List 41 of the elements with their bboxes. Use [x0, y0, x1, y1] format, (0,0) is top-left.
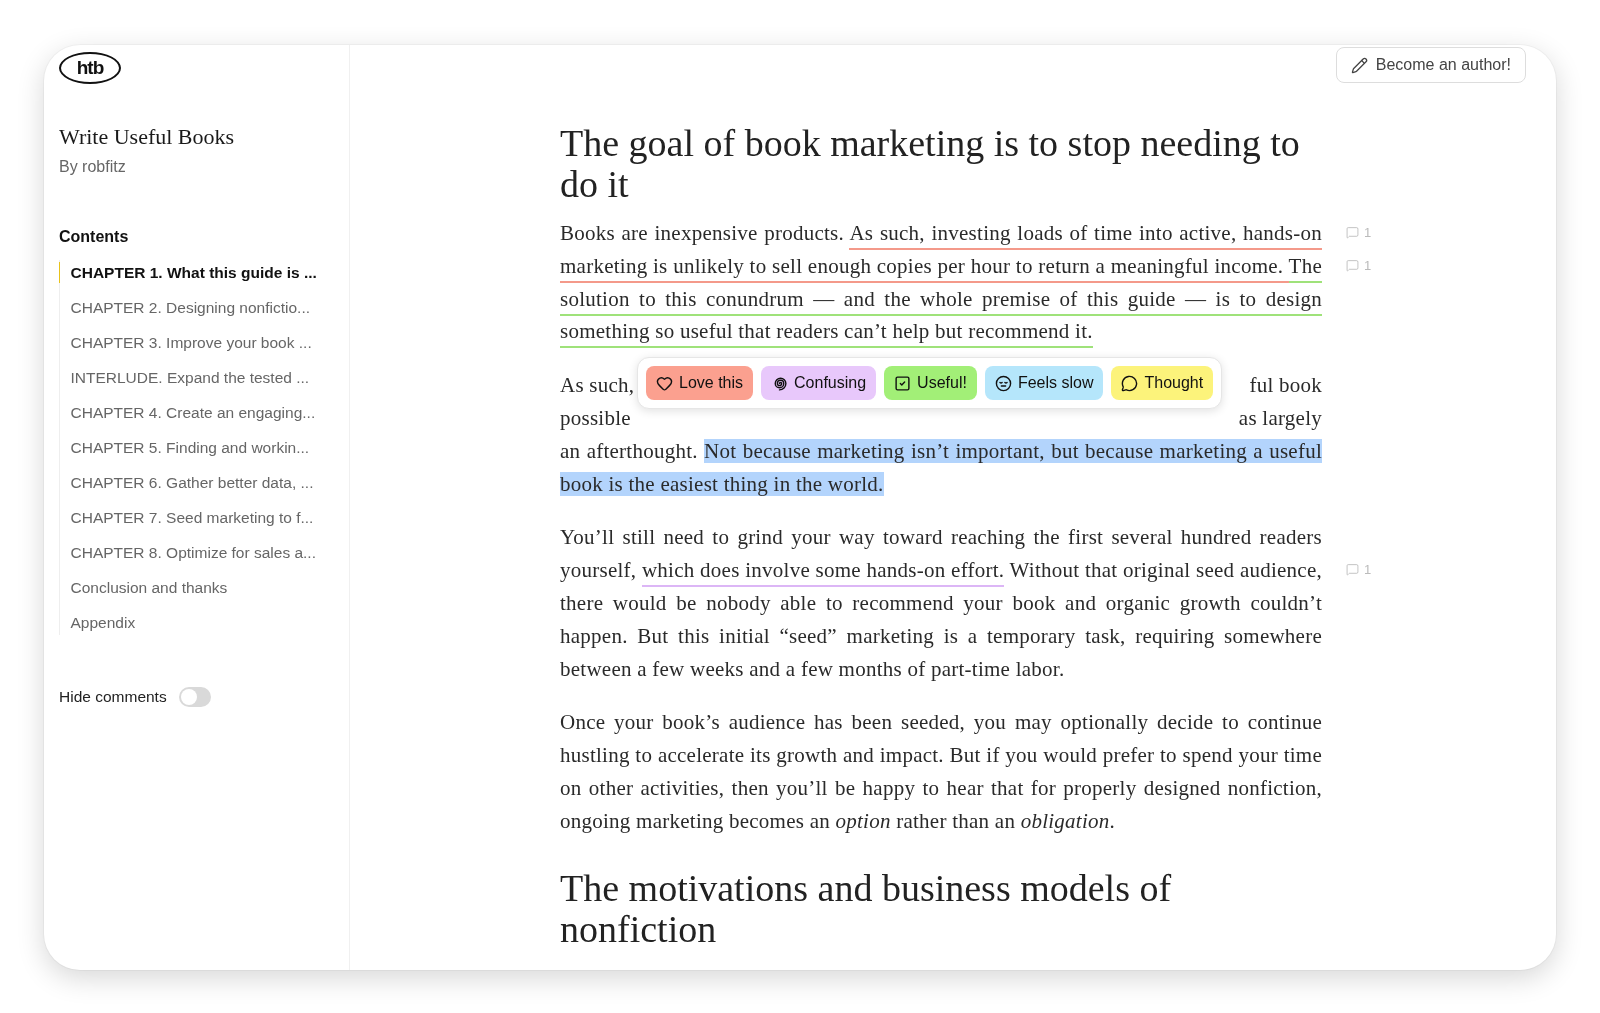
paragraph-fragment: as largely — [1238, 405, 1322, 432]
contents-item[interactable]: CHAPTER 5. Finding and workin... — [58, 437, 349, 458]
speech-bubble-icon — [1121, 374, 1139, 392]
reaction-button[interactable]: Feels slow — [984, 366, 1104, 401]
paragraph-fragment: As such, — [560, 372, 635, 400]
hide-comments-toggle[interactable] — [178, 687, 211, 707]
book-author: By robfitz — [59, 158, 127, 176]
comment-icon — [1346, 226, 1359, 239]
contents-item[interactable]: CHAPTER 1. What this guide is ... — [58, 262, 349, 283]
paragraph-fragment: ful book — [1249, 372, 1322, 400]
contents-heading: Contents — [59, 228, 130, 246]
paragraph: Books are inexpensive products. As such, investing loads of time into active, hands-on marketing is unlikely to sell enough copies per hour to return a meaningful income. The solution to this conundrum — and the whole premise of this guide — is to design something so useful that readers can’t help but recommend it. — [560, 217, 1322, 349]
section-heading: The goal of book marketing is to stop needing to do it — [560, 123, 1301, 205]
contents-item[interactable]: CHAPTER 6. Gather better data, ... — [58, 472, 349, 493]
become-author-button[interactable]: Become an author! — [1335, 47, 1526, 83]
comment-icon — [1346, 563, 1359, 577]
contents-item[interactable]: Appendix — [58, 612, 349, 633]
book-title: Write Useful Books — [59, 124, 236, 150]
sleepy-face-icon — [994, 374, 1012, 392]
paragraph: You’ll still need to grind your way toward reaching the first several hundred readers yourself, which does involve some hands-on effort. Without that original seed audience, there would be nobody able to recommend your book and organic growth couldn’t happen. But this initial “seed” marketing is a temporary task, requiring somewhere between a few weeks and a few months of part-time labor. — [560, 524, 1322, 683]
heart-icon — [656, 374, 673, 392]
reaction-button[interactable]: Useful! — [884, 366, 977, 401]
paragraph-fragment: possible — [560, 405, 631, 432]
checkbox-icon — [894, 374, 912, 392]
contents-item[interactable]: INTERLUDE. Expand the tested ... — [58, 367, 349, 388]
hide-comments-label: Hide comments — [59, 688, 167, 706]
contents-item[interactable]: CHAPTER 8. Optimize for sales a... — [58, 542, 349, 563]
comment-icon — [1346, 258, 1359, 272]
reaction-button[interactable]: Love this — [646, 366, 754, 401]
logo[interactable]: htb — [59, 52, 121, 84]
contents-item[interactable]: Conclusion and thanks — [58, 577, 349, 598]
contents-item[interactable]: CHAPTER 3. Improve your book ... — [58, 332, 349, 353]
pencil-icon — [1350, 56, 1368, 74]
contents-item[interactable]: CHAPTER 2. Designing nonfictio... — [58, 297, 349, 318]
paragraph: Once your book’s audience has been seeded, you may optionally decide to continue hustling to accelerate its growth and impact. But if you would prefer to spend your time on other activities, then you’ll be happy to hear that for properly designed nonfiction, ongoing marketing becomes an option rather than an obligation. — [560, 709, 1322, 835]
contents-item[interactable]: CHAPTER 7. Seed marketing to f... — [58, 507, 349, 528]
contents-item[interactable]: CHAPTER 4. Create an engaging... — [58, 402, 349, 423]
section-heading: The motivations and business models of nonfiction — [560, 867, 1173, 950]
reaction-button[interactable]: Thought — [1111, 366, 1214, 401]
reaction-button[interactable]: Confusing — [761, 366, 877, 401]
paragraph: an afterthought. Not because marketing isn’t important, but because marketing a useful book is the easiest thing in the world. — [560, 437, 1322, 498]
